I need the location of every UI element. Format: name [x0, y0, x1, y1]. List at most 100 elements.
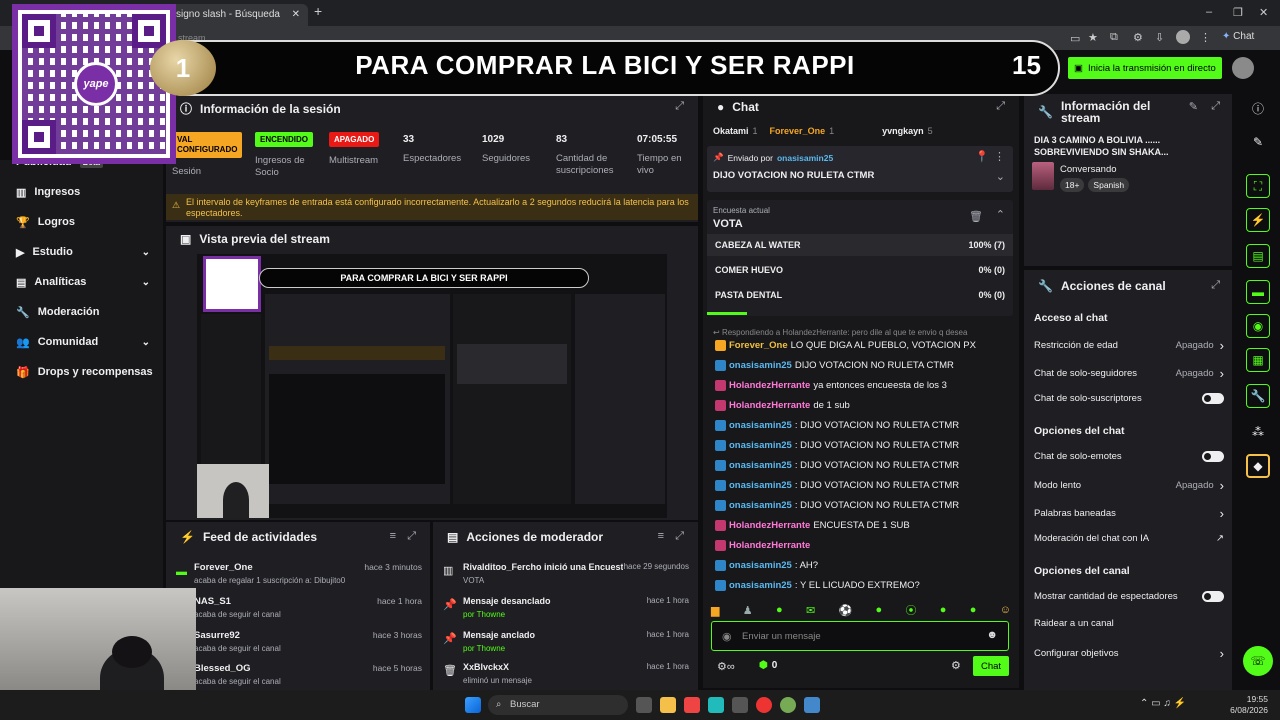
info-icon[interactable]: ⓘ [1246, 96, 1270, 120]
channel-setting-row[interactable]: Palabras baneadas › [1034, 506, 1224, 521]
popout-icon[interactable]: ⤢ [675, 100, 684, 113]
chat-message[interactable]: HolandezHerrante [715, 540, 813, 551]
layout-icon[interactable]: ▦ [1246, 348, 1270, 372]
more-icon[interactable]: ⋮ [994, 150, 1005, 163]
puzzle-icon[interactable]: ⚙ [1133, 31, 1143, 44]
chat-input[interactable]: ◉ Enviar un mensaje ☻ [711, 621, 1009, 651]
chat-username[interactable]: Forever_One [729, 340, 788, 351]
support-icon[interactable]: ☏ [1243, 646, 1273, 676]
new-tab-icon[interactable]: + [314, 3, 322, 19]
star-icon[interactable]: ★ [1088, 31, 1098, 44]
filter-icon[interactable]: ≡ [658, 530, 664, 542]
chat-message[interactable]: onasisamin25: DIJO VOTACION NO RULETA CT… [715, 440, 959, 451]
channel-setting-row[interactable]: Chat de solo-suscriptores [1034, 393, 1224, 404]
chat-username[interactable]: onasisamin25 [729, 500, 792, 511]
category-name[interactable]: Conversando [1060, 164, 1117, 175]
popout-icon[interactable]: ⤢ [407, 530, 416, 543]
chat-message[interactable]: HolandezHerrante de 1 sub [715, 400, 850, 411]
toggle-switch[interactable] [1202, 393, 1224, 404]
task-view-icon[interactable] [636, 697, 652, 713]
channel-setting-row[interactable]: Chat de solo-emotes [1034, 450, 1224, 462]
nodes-icon[interactable]: ⁂ [1246, 420, 1270, 444]
chat-username[interactable]: onasisamin25 [729, 420, 792, 431]
sidebar-item-income[interactable]: ▥ Ingresos [16, 182, 156, 202]
channel-setting-row[interactable]: Configurar objetivos › [1034, 646, 1224, 661]
chat-message[interactable]: Forever_One LO QUE DIGA AL PUEBLO, VOTACI… [715, 340, 976, 351]
emote-icon[interactable]: ✉ [806, 604, 815, 617]
chat-username[interactable]: HolandezHerrante [729, 540, 810, 551]
lightning-icon[interactable]: ⚡ [1246, 208, 1270, 232]
scan-icon[interactable]: ⛶ [1246, 174, 1270, 198]
chat-message[interactable]: onasisamin25: Y EL LICUADO EXTREMO? [715, 580, 920, 591]
browser-chat-button[interactable]: ✦ Chat [1222, 31, 1254, 42]
download-icon[interactable]: ⇩ [1155, 31, 1164, 44]
ticket-icon[interactable]: ◆ [1246, 454, 1270, 478]
emote-icon[interactable]: ☺ [1000, 604, 1011, 616]
filter-icon[interactable]: ≡ [390, 530, 396, 542]
close-icon[interactable]: ✕ [292, 9, 300, 20]
sidebar-item-community[interactable]: 👥 Comunidad ⌄ [16, 332, 156, 352]
sidebar-item-drops[interactable]: 🎁 Drops y recompensas [16, 362, 156, 382]
user-avatar[interactable] [1232, 57, 1254, 79]
emote-icon[interactable]: ⚽ [838, 604, 852, 617]
channel-setting-row[interactable]: Raidear a un canal [1034, 618, 1224, 629]
windows-start-icon[interactable] [465, 697, 481, 713]
sidebar-item-analytics[interactable]: ▤ Analíticas ⌄ [16, 272, 156, 292]
chat-message[interactable]: HolandezHerrante ENCUESTA DE 1 SUB [715, 520, 910, 531]
emote-icon[interactable]: ● [970, 604, 977, 616]
channel-setting-row[interactable]: Modo lento Apagado › [1034, 478, 1224, 493]
popout-icon[interactable]: ⤢ [675, 530, 684, 543]
stream-preview-video[interactable]: PARA COMPRAR LA BICI Y SER RAPPI [197, 254, 667, 518]
extensions-icon[interactable]: ⧉ [1110, 31, 1118, 44]
reader-icon[interactable]: ▭ [1070, 32, 1080, 45]
emote-icon[interactable]: ● [776, 604, 783, 616]
chat-username[interactable]: onasisamin25 [729, 480, 792, 491]
app-icon[interactable] [780, 697, 796, 713]
channel-setting-row[interactable]: Mostrar cantidad de espectadores [1034, 590, 1224, 602]
edit-icon[interactable]: ✎ [1189, 100, 1198, 113]
minimize-icon[interactable]: – [1206, 6, 1212, 18]
trash-icon[interactable]: 🗑 [969, 210, 983, 223]
popout-icon[interactable]: ⤢ [1211, 100, 1220, 113]
chat-username[interactable]: onasisamin25 [729, 440, 792, 451]
chat-icon[interactable]: ▬ [1246, 280, 1270, 304]
points-counter[interactable]: ⬢ 0 [759, 660, 777, 671]
chat-message[interactable]: onasisamin25: DIJO VOTACION NO RULETA CT… [715, 420, 959, 431]
app-icon[interactable] [684, 697, 700, 713]
sidebar-item-moderation[interactable]: 🔧 Moderación [16, 302, 156, 322]
chat-username[interactable]: onasisamin25 [729, 580, 792, 591]
broadcast-icon[interactable]: ◉ [1246, 314, 1270, 338]
folder-icon[interactable] [660, 697, 676, 713]
popout-icon[interactable]: ⤢ [1211, 279, 1220, 292]
channel-setting-row[interactable]: Restricción de edad Apagado › [1034, 338, 1224, 353]
profile-avatar[interactable] [1176, 30, 1190, 44]
unpin-icon[interactable]: 📍 [975, 150, 989, 163]
maximize-icon[interactable]: ❐ [1233, 6, 1243, 19]
tray-icons[interactable]: ⌃ ▭ ♫ ⚡ [1140, 698, 1186, 709]
document-icon[interactable]: ▤ [1246, 244, 1270, 268]
emoji-icon[interactable]: ☻ [986, 629, 998, 641]
chat-username[interactable]: HolandezHerrante [729, 400, 810, 411]
chrome-icon[interactable] [756, 697, 772, 713]
chat-username[interactable]: HolandezHerrante [729, 380, 810, 391]
chat-settings-icon[interactable]: ⚙∞ [717, 660, 735, 673]
start-stream-button[interactable]: ▣ Inicia la transmisión en directo [1068, 57, 1222, 79]
toggle-switch[interactable] [1202, 450, 1224, 462]
pencil-icon[interactable]: ✎ [1246, 130, 1270, 154]
emote-icon[interactable]: ♟ [743, 604, 753, 617]
chevron-up-icon[interactable]: ⌃ [996, 208, 1005, 221]
chat-message[interactable]: onasisamin25: DIJO VOTACION NO RULETA CT… [715, 460, 959, 471]
edge-icon[interactable] [708, 697, 724, 713]
chat-username[interactable]: HolandezHerrante [729, 520, 810, 531]
poll-option[interactable]: COMER HUEVO 0% (0) [707, 259, 1013, 281]
chat-message[interactable]: onasisamin25: DIJO VOTACION NO RULETA CT… [715, 480, 959, 491]
poll-option[interactable]: CABEZA AL WATER 100% (7) [707, 234, 1013, 256]
emote-icon[interactable]: ▆ [711, 604, 719, 617]
channel-setting-row[interactable]: Moderación del chat con IA ↗ [1034, 533, 1224, 544]
send-chat-button[interactable]: Chat [973, 656, 1009, 676]
gear-icon[interactable]: ⚙ [951, 659, 961, 672]
emote-icon[interactable]: ● [940, 604, 947, 616]
window-close-icon[interactable]: ✕ [1259, 6, 1268, 19]
chat-message[interactable]: onasisamin25: DIJO VOTACION NO RULETA CT… [715, 500, 959, 511]
wrench-icon[interactable]: 🔧 [1246, 384, 1270, 408]
